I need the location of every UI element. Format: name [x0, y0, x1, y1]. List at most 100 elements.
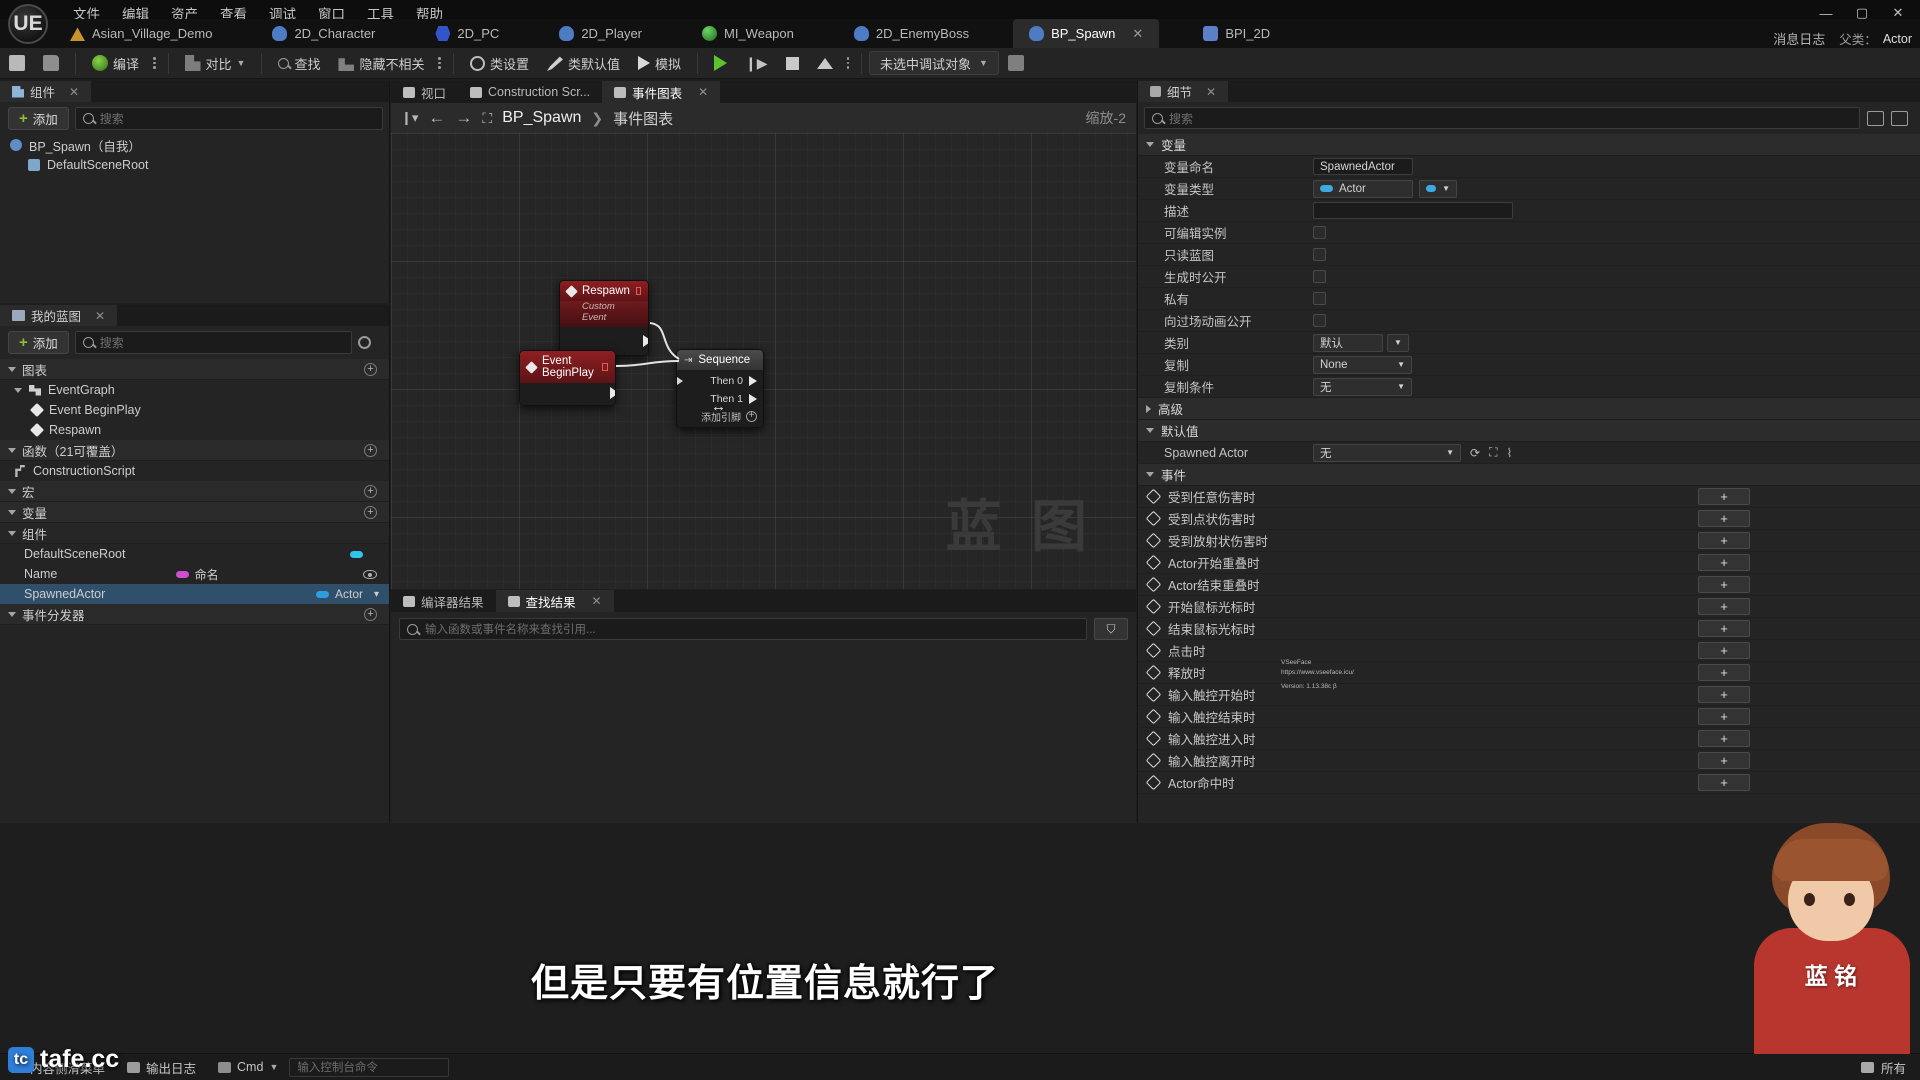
- compile-button[interactable]: 编译: [83, 50, 148, 77]
- event-row-12[interactable]: 输入触控离开时 +: [1138, 750, 1920, 772]
- asset-tab-bpi_2d[interactable]: BPI_2D: [1187, 19, 1286, 48]
- hide-unrelated-options-button[interactable]: [433, 57, 446, 69]
- event-row-7[interactable]: 点击时 +: [1138, 640, 1920, 662]
- details-text-input[interactable]: SpawnedActor: [1313, 158, 1413, 175]
- details-grid-view-button[interactable]: [1867, 110, 1884, 126]
- event-row-6[interactable]: 结束鼠标光标时 +: [1138, 618, 1920, 640]
- event-row-8[interactable]: 释放时 +: [1138, 662, 1920, 684]
- combo-chevron-button[interactable]: ▼: [1387, 333, 1409, 352]
- details-combo[interactable]: 无 ▼: [1313, 377, 1412, 396]
- details-section-variable[interactable]: 变量: [1138, 134, 1920, 156]
- event-row-4[interactable]: Actor结束重叠时 +: [1138, 574, 1920, 596]
- output-log-button[interactable]: 输出日志: [116, 1054, 207, 1080]
- details-section-defaults[interactable]: 默认值: [1138, 420, 1920, 442]
- add-event-button[interactable]: +: [1698, 686, 1750, 703]
- blueprint-item-constructionscript[interactable]: ConstructionScript: [0, 461, 389, 481]
- all-saved-indicator[interactable]: 所有: [1847, 1058, 1920, 1077]
- asset-tab-bp_spawn[interactable]: BP_Spawn ✕: [1013, 19, 1160, 48]
- play-button[interactable]: [705, 50, 736, 77]
- details-search-input[interactable]: 搜索: [1144, 107, 1860, 129]
- close-icon[interactable]: ✕: [95, 309, 105, 323]
- components-search-input[interactable]: 搜索: [74, 107, 383, 130]
- graph-view-options-icon[interactable]: ❙▾: [401, 110, 418, 126]
- my-blueprint-search-input[interactable]: 搜索: [74, 331, 352, 354]
- zoom-to-fit-icon[interactable]: ⛶: [482, 110, 492, 127]
- console-command-input[interactable]: 输入控制台命令: [289, 1057, 450, 1077]
- add-icon[interactable]: +: [364, 484, 377, 498]
- parent-class-indicator[interactable]: 父类： Actor: [1839, 29, 1920, 48]
- focus-icon[interactable]: ⛶: [1489, 445, 1497, 460]
- details-checkbox[interactable]: [1313, 248, 1326, 261]
- graph-tab-function-icon[interactable]: Construction Scr...: [458, 81, 602, 103]
- graph-tab-graph-icon[interactable]: 事件图表 ✕: [602, 81, 721, 103]
- details-combo[interactable]: 默认: [1313, 333, 1383, 352]
- details-checkbox[interactable]: [1313, 270, 1326, 283]
- node-event-beginplay[interactable]: Event BeginPlay: [519, 350, 616, 406]
- browse-icon[interactable]: ⟳: [1470, 446, 1480, 460]
- nav-back-button[interactable]: ←: [428, 108, 445, 128]
- close-icon[interactable]: ✕: [592, 594, 602, 608]
- add-icon[interactable]: +: [364, 505, 377, 519]
- find-button[interactable]: 查找: [269, 50, 329, 77]
- event-row-10[interactable]: 输入触控结束时 +: [1138, 706, 1920, 728]
- asset-tab-2d_player[interactable]: 2D_Player: [543, 19, 658, 48]
- asset-picker[interactable]: 无 ▼: [1313, 443, 1461, 462]
- add-event-button[interactable]: +: [1698, 730, 1750, 747]
- event-row-5[interactable]: 开始鼠标光标时 +: [1138, 596, 1920, 618]
- blueprint-category-0[interactable]: 图表 +: [0, 359, 389, 380]
- container-type-selector[interactable]: ▼: [1419, 179, 1457, 198]
- asset-tab-mi_weapon[interactable]: MI_Weapon: [686, 19, 810, 48]
- eject-button[interactable]: [808, 50, 842, 77]
- add-event-button[interactable]: +: [1698, 576, 1750, 593]
- diff-button[interactable]: 对比 ▼: [176, 50, 255, 77]
- blueprint-item-eventgraph[interactable]: EventGraph: [0, 380, 389, 400]
- details-section-advanced[interactable]: 高级: [1138, 398, 1920, 420]
- breadcrumb-root[interactable]: BP_Spawn: [502, 109, 581, 127]
- tab-details[interactable]: 细节 ✕: [1138, 81, 1229, 102]
- exec-output-pin[interactable]: [749, 376, 757, 386]
- compile-options-button[interactable]: [148, 57, 161, 69]
- nav-forward-button[interactable]: →: [455, 108, 472, 128]
- close-icon[interactable]: ✕: [69, 85, 79, 99]
- exec-input-pin[interactable]: [677, 375, 683, 387]
- tab-components[interactable]: 组件 ✕: [0, 81, 92, 102]
- debug-filter-button[interactable]: [999, 50, 1033, 77]
- asset-tab-asian_village_demo[interactable]: Asian_Village_Demo: [54, 19, 228, 48]
- event-row-3[interactable]: Actor开始重叠时 +: [1138, 552, 1920, 574]
- class-defaults-button[interactable]: 类默认值: [538, 50, 629, 77]
- stop-button[interactable]: [777, 50, 808, 77]
- simulate-button[interactable]: 模拟: [629, 50, 690, 77]
- blueprint-variable-name[interactable]: Name 命名: [0, 564, 389, 584]
- asset-tab-2d_enemyboss[interactable]: 2D_EnemyBoss: [838, 19, 985, 48]
- event-row-11[interactable]: 输入触控进入时 +: [1138, 728, 1920, 750]
- details-settings-button[interactable]: [1891, 110, 1908, 126]
- chevron-down-icon[interactable]: ▾: [374, 589, 379, 600]
- component-tree-item-0[interactable]: BP_Spawn（自我）: [0, 135, 389, 155]
- add-event-button[interactable]: +: [1698, 664, 1750, 681]
- blueprint-components-group[interactable]: 组件: [0, 523, 389, 544]
- hide-unrelated-button[interactable]: 隐藏不相关: [329, 50, 433, 77]
- variable-type-selector[interactable]: Actor: [1313, 179, 1413, 198]
- add-event-button[interactable]: +: [1698, 708, 1750, 725]
- graph-tab-viewport-icon[interactable]: 视口: [391, 81, 458, 103]
- exec-output-pin[interactable]: [610, 387, 615, 399]
- unreal-logo-icon[interactable]: UE: [8, 4, 48, 44]
- node-pin-then0[interactable]: Then 0: [683, 372, 757, 390]
- results-tab-search-icon[interactable]: 查找结果 ✕: [495, 590, 614, 612]
- exec-output-pin[interactable]: [749, 394, 757, 404]
- eyedropper-icon[interactable]: ⌇: [1506, 446, 1512, 460]
- blueprint-item-respawn[interactable]: Respawn: [0, 420, 389, 440]
- details-checkbox[interactable]: [1313, 292, 1326, 305]
- breadcrumb-leaf[interactable]: 事件图表: [613, 108, 673, 129]
- blueprint-item-event-beginplay[interactable]: Event BeginPlay: [0, 400, 389, 420]
- event-row-2[interactable]: 受到放射状伤害时 +: [1138, 530, 1920, 552]
- play-options-button[interactable]: [842, 57, 855, 69]
- eye-icon[interactable]: [362, 569, 377, 579]
- event-row-13[interactable]: Actor命中时 +: [1138, 772, 1920, 794]
- tab-my-blueprint[interactable]: 我的蓝图 ✕: [0, 305, 118, 326]
- event-row-9[interactable]: 输入触控开始时 +: [1138, 684, 1920, 706]
- exec-output-pin[interactable]: [643, 335, 648, 347]
- cmd-dropdown[interactable]: Cmd ▼: [207, 1054, 289, 1080]
- add-icon[interactable]: +: [364, 443, 377, 457]
- details-checkbox[interactable]: [1313, 314, 1326, 327]
